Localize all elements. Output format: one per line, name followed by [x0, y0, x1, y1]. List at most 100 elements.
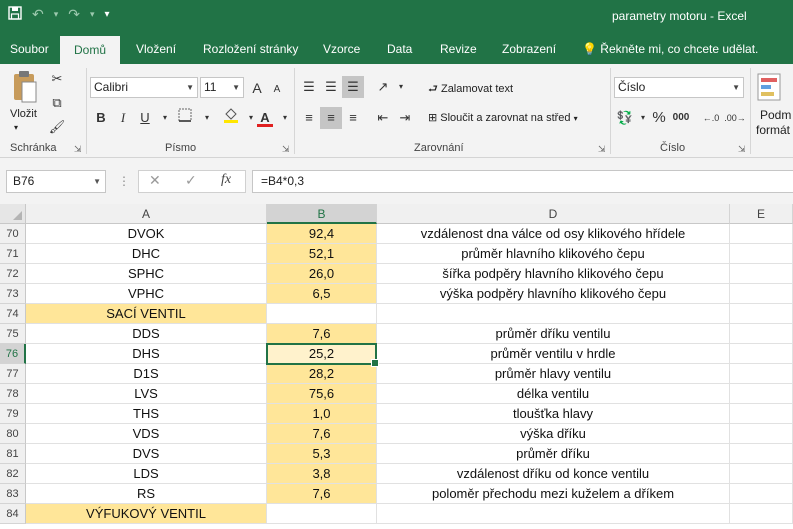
- cell-b[interactable]: 7,6: [267, 484, 377, 504]
- cell-b[interactable]: 28,2: [267, 364, 377, 384]
- cell-a[interactable]: DHS: [26, 344, 267, 364]
- cell-d[interactable]: výška dříku: [377, 424, 730, 444]
- cell-a[interactable]: SACÍ VENTIL: [26, 304, 267, 324]
- row-header[interactable]: 70: [0, 224, 26, 244]
- cell-a[interactable]: LDS: [26, 464, 267, 484]
- cell-b[interactable]: 75,6: [267, 384, 377, 404]
- align-middle-icon[interactable]: ☰: [320, 76, 342, 98]
- copy-icon[interactable]: ⧉: [46, 92, 68, 114]
- tab-zobrazeni[interactable]: Zobrazení: [502, 34, 556, 64]
- cell-a[interactable]: VÝFUKOVÝ VENTIL: [26, 504, 267, 524]
- cell-e[interactable]: [730, 424, 793, 444]
- align-left-icon[interactable]: ≡: [298, 107, 320, 129]
- decrease-indent-icon[interactable]: ⇤: [372, 107, 394, 129]
- cell-d[interactable]: [377, 304, 730, 324]
- row-header[interactable]: 73: [0, 284, 26, 304]
- cell-e[interactable]: [730, 464, 793, 484]
- row-header[interactable]: 75: [0, 324, 26, 344]
- font-color-icon[interactable]: A: [254, 107, 276, 129]
- row-header[interactable]: 72: [0, 264, 26, 284]
- cell-d[interactable]: vzdálenost dna válce od osy klikového hř…: [377, 224, 730, 244]
- number-format-combo[interactable]: Číslo ▼: [614, 77, 744, 98]
- chevron-down-icon[interactable]: ▾: [390, 76, 412, 98]
- cell-d[interactable]: vzdálenost dříku od konce ventilu: [377, 464, 730, 484]
- tab-rozlozeni-stranky[interactable]: Rozložení stránky: [203, 34, 298, 64]
- percent-button[interactable]: %: [648, 107, 670, 129]
- row-header[interactable]: 74: [0, 304, 26, 324]
- tab-soubor[interactable]: Soubor: [10, 34, 49, 64]
- wrap-text-button[interactable]: ⮐ Zalamovat text: [428, 80, 513, 99]
- grow-font-icon[interactable]: A: [246, 77, 268, 99]
- cell-a[interactable]: DVOK: [26, 224, 267, 244]
- cell-a[interactable]: RS: [26, 484, 267, 504]
- cell-e[interactable]: [730, 324, 793, 344]
- dialog-launcher-icon[interactable]: ⇲: [598, 144, 606, 155]
- increase-decimal-icon[interactable]: ←.0: [700, 107, 722, 129]
- format-painter-icon[interactable]: 🖌: [46, 116, 68, 138]
- cell-d[interactable]: tloušťka hlavy: [377, 404, 730, 424]
- cell-b[interactable]: 25,2: [267, 344, 377, 364]
- align-top-icon[interactable]: ☰: [298, 76, 320, 98]
- cancel-icon[interactable]: ✕: [149, 172, 161, 189]
- cell-b[interactable]: 6,5: [267, 284, 377, 304]
- cell-d[interactable]: [377, 504, 730, 524]
- chevron-down-icon[interactable]: ▾: [90, 9, 95, 20]
- align-right-icon[interactable]: ≡: [342, 107, 364, 129]
- tab-data[interactable]: Data: [387, 34, 412, 64]
- chevron-down-icon[interactable]: ▾: [54, 9, 59, 20]
- cell-a[interactable]: DDS: [26, 324, 267, 344]
- row-header[interactable]: 77: [0, 364, 26, 384]
- tab-vlozeni[interactable]: Vložení: [136, 34, 176, 64]
- shrink-font-icon[interactable]: A: [266, 79, 288, 101]
- column-header-e[interactable]: E: [730, 204, 793, 224]
- floppy-disk-icon[interactable]: [8, 6, 22, 23]
- cell-b[interactable]: 7,6: [267, 424, 377, 444]
- dialog-launcher-icon[interactable]: ⇲: [282, 144, 290, 155]
- row-header[interactable]: 80: [0, 424, 26, 444]
- cell-b[interactable]: 52,1: [267, 244, 377, 264]
- cell-d[interactable]: poloměr přechodu mezi kuželem a dříkem: [377, 484, 730, 504]
- column-header-b[interactable]: B: [267, 204, 377, 224]
- formula-input[interactable]: =B4*0,3: [252, 170, 793, 193]
- cell-d[interactable]: průměr dříku ventilu: [377, 324, 730, 344]
- insert-function-icon[interactable]: fx: [221, 172, 231, 188]
- decrease-decimal-icon[interactable]: .00→: [724, 107, 746, 129]
- cell-a[interactable]: VPHC: [26, 284, 267, 304]
- cell-a[interactable]: SPHC: [26, 264, 267, 284]
- cell-a[interactable]: D1S: [26, 364, 267, 384]
- undo-icon[interactable]: ↶: [32, 6, 44, 23]
- bold-button[interactable]: B: [90, 107, 112, 129]
- cell-d[interactable]: výška podpěry hlavního klikového čepu: [377, 284, 730, 304]
- enter-icon[interactable]: ✓: [185, 172, 197, 189]
- cell-e[interactable]: [730, 284, 793, 304]
- chevron-down-icon[interactable]: ▾: [274, 107, 296, 129]
- chevron-down-icon[interactable]: ▾: [196, 107, 218, 129]
- redo-icon[interactable]: ↷: [68, 6, 80, 23]
- row-header[interactable]: 71: [0, 244, 26, 264]
- cell-d[interactable]: průměr ventilu v hrdle: [377, 344, 730, 364]
- cell-e[interactable]: [730, 364, 793, 384]
- row-header[interactable]: 83: [0, 484, 26, 504]
- row-header[interactable]: 76: [0, 344, 26, 364]
- increase-indent-icon[interactable]: ⇥: [394, 107, 416, 129]
- cell-a[interactable]: LVS: [26, 384, 267, 404]
- cell-e[interactable]: [730, 244, 793, 264]
- align-center-icon[interactable]: ≡: [320, 107, 342, 129]
- conditional-format-button[interactable]: [754, 72, 792, 105]
- borders-icon[interactable]: [174, 107, 196, 129]
- row-header[interactable]: 84: [0, 504, 26, 524]
- cell-e[interactable]: [730, 344, 793, 364]
- cell-a[interactable]: DHC: [26, 244, 267, 264]
- cell-e[interactable]: [730, 484, 793, 504]
- cell-d[interactable]: průměr hlavního klikového čepu: [377, 244, 730, 264]
- cell-b[interactable]: 92,4: [267, 224, 377, 244]
- row-header[interactable]: 81: [0, 444, 26, 464]
- cell-a[interactable]: THS: [26, 404, 267, 424]
- cell-d[interactable]: délka ventilu: [377, 384, 730, 404]
- cell-e[interactable]: [730, 504, 793, 524]
- cell-e[interactable]: [730, 304, 793, 324]
- cell-a[interactable]: VDS: [26, 424, 267, 444]
- tab-revize[interactable]: Revize: [440, 34, 477, 64]
- cell-e[interactable]: [730, 264, 793, 284]
- italic-button[interactable]: I: [112, 107, 134, 129]
